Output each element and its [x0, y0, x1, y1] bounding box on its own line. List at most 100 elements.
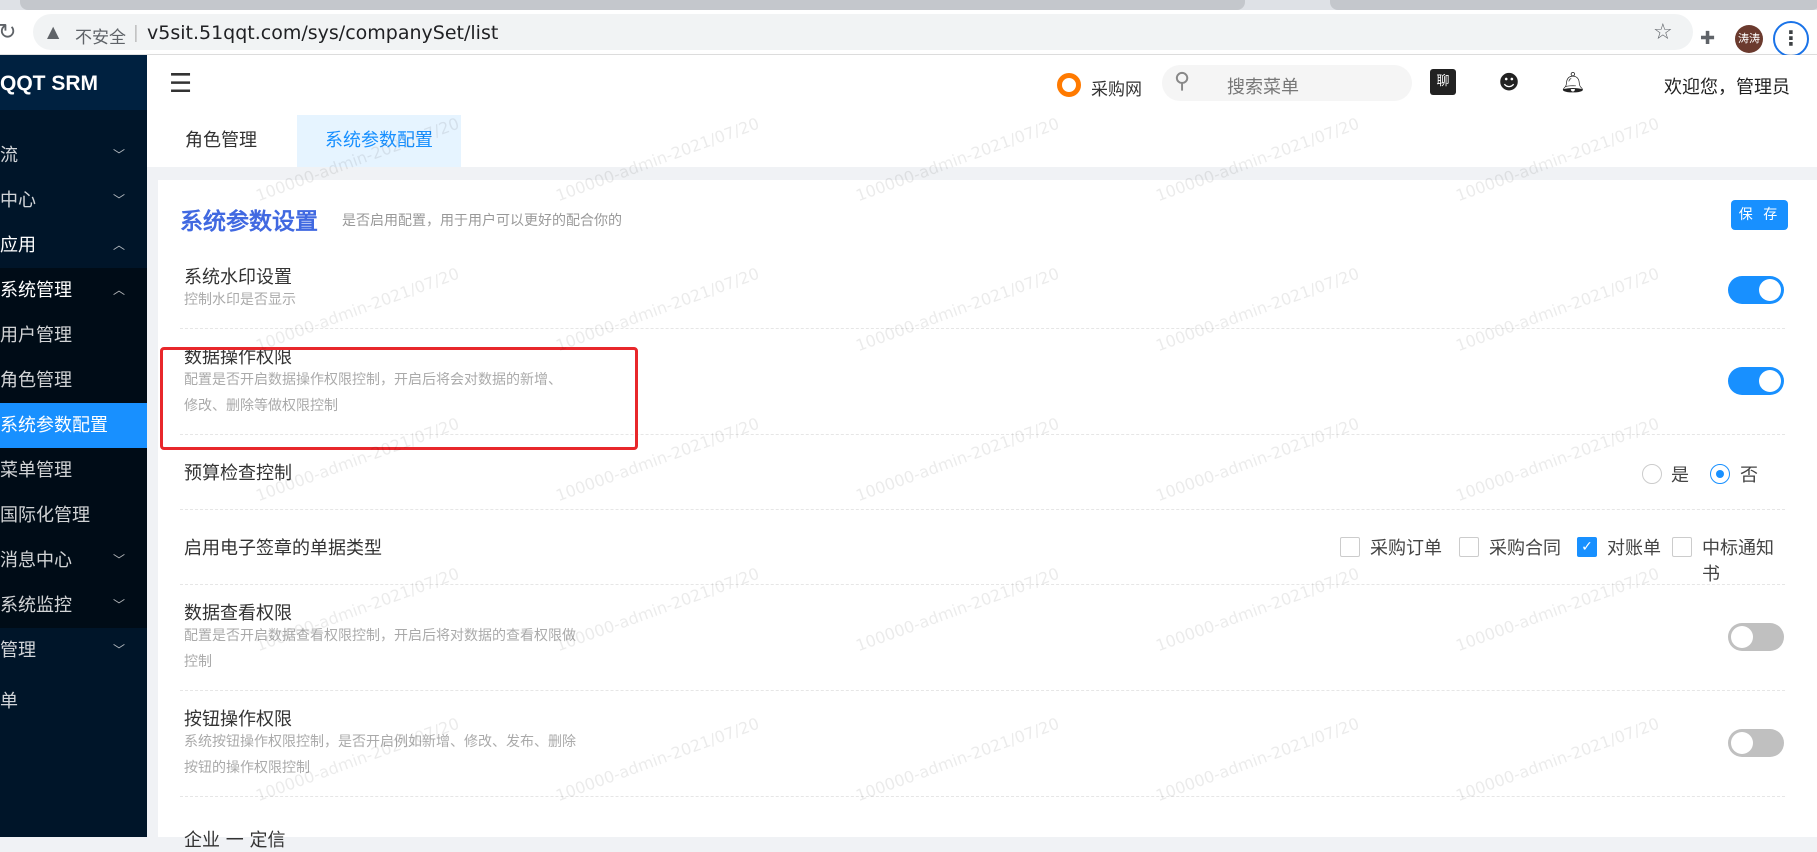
sidebar-item-label: 角色管理: [0, 370, 72, 391]
bell-icon[interactable]: 🔔︎: [1560, 69, 1586, 95]
support-icon[interactable]: ☻: [1496, 69, 1522, 95]
setting-esign-types: 启用电子签章的单据类型 采购订单 采购合同 ✓ 对账单 中标通知书: [180, 510, 1785, 585]
sidebar-item-menu-management[interactable]: 菜单管理: [0, 448, 147, 493]
settings-card: 系统参数设置 是否启用配置，用于用户可以更好的配合你的 保 存 系统水印设置 控…: [158, 180, 1817, 851]
esign-option-label[interactable]: 中标通知书: [1702, 534, 1785, 586]
sidebar-item-i18n[interactable]: 国际化管理: [0, 493, 147, 538]
budget-no-radio[interactable]: [1710, 464, 1730, 484]
setting-button-operation: 按钮操作权限 系统按钮操作权限控制，是否开启例如新增、修改、发布、删除按钮的操作…: [180, 691, 1785, 797]
esign-option-label[interactable]: 采购订单: [1370, 534, 1442, 560]
chevron-down-icon: ﹀: [112, 598, 125, 612]
sidebar: QQT SRM 流 ﹀ 中心 ﹀ 应用 ︿ 系统管理 ︿ 用户管理 角色管理 系统参数配…: [0, 55, 147, 837]
watermark-toggle[interactable]: [1728, 276, 1784, 304]
budget-yes-radio[interactable]: [1642, 464, 1662, 484]
esign-purchase-contract-checkbox[interactable]: [1459, 537, 1479, 557]
bookmark-star-icon[interactable]: ☆: [1653, 20, 1673, 45]
card-subtitle: 是否启用配置，用于用户可以更好的配合你的: [342, 213, 622, 229]
search-icon: ⚲: [1174, 69, 1191, 94]
card-title: 系统参数设置: [180, 209, 318, 235]
menu-fold-icon[interactable]: ☰: [169, 69, 192, 99]
sidebar-item-label: 系统参数配置: [0, 415, 108, 436]
sidebar-item-system-management[interactable]: 系统管理 ︿: [0, 268, 147, 313]
sidebar-item-user-management[interactable]: 用户管理: [0, 313, 147, 358]
tab-system-params[interactable]: 系统参数配置: [297, 115, 461, 167]
welcome-text[interactable]: 欢迎您，管理员: [1664, 73, 1790, 99]
chevron-down-icon: ﹀: [112, 193, 125, 207]
chevron-down-icon: ﹀: [112, 643, 125, 657]
setting-title: 系统水印设置: [184, 267, 292, 288]
toggle-knob: [1759, 279, 1781, 301]
toggle-knob: [1731, 732, 1753, 754]
profile-avatar[interactable]: 涛涛: [1735, 25, 1763, 53]
browser-tab-strip: [0, 0, 1817, 10]
chat-icon[interactable]: 聊: [1430, 69, 1456, 95]
setting-title: 数据查看权限: [184, 603, 292, 624]
sidebar-item-system-params[interactable]: 系统参数配置: [0, 403, 147, 448]
brand-link[interactable]: 采购网: [1091, 75, 1142, 100]
setting-title-partial: 企业 一 定信: [184, 830, 286, 851]
sidebar-item[interactable]: 流 ﹀: [0, 133, 147, 178]
sidebar-item-label: 中心: [0, 190, 36, 211]
reload-icon[interactable]: ↻: [0, 20, 16, 45]
brand-logo-icon[interactable]: [1057, 73, 1081, 97]
browser-toolbar: ↻ ▲ 不安全 | v5sit.51qqt.com/sys/companySet…: [0, 10, 1817, 57]
chevron-up-icon: ︿: [112, 283, 125, 297]
sidebar-item-label: 流: [0, 145, 18, 166]
sidebar-item-label: 消息中心: [0, 550, 72, 571]
browser-tab[interactable]: [20, 0, 1245, 10]
sidebar-item-label: 系统监控: [0, 595, 72, 616]
address-bar[interactable]: ▲ 不安全 | v5sit.51qqt.com/sys/companySet/l…: [33, 14, 1693, 50]
esign-award-notice-checkbox[interactable]: [1672, 537, 1692, 557]
setting-title: 预算检查控制: [184, 463, 292, 484]
budget-yes-label[interactable]: 是: [1671, 461, 1689, 487]
sidebar-item-label: 应用: [0, 235, 36, 256]
warning-icon[interactable]: ▲: [47, 22, 59, 41]
sidebar-item-label: 菜单管理: [0, 460, 72, 481]
toggle-knob: [1731, 626, 1753, 648]
sidebar-item-label: 系统管理: [0, 280, 72, 301]
sidebar-submenu: 系统管理 ︿ 用户管理 角色管理 系统参数配置 菜单管理 国际化管理 消息中心 ﹀ …: [0, 268, 147, 628]
sidebar-item-apps[interactable]: 应用 ︿: [0, 223, 147, 268]
sidebar-item-label: 用户管理: [0, 325, 72, 346]
sidebar-item-label: 国际化管理: [0, 505, 90, 526]
sidebar-item-label: 单: [0, 691, 18, 712]
browser-tab[interactable]: [1330, 0, 1817, 10]
sidebar-item-label: 管理: [0, 640, 36, 661]
setting-title: 按钮操作权限: [184, 709, 292, 730]
search-input[interactable]: ⚲ 搜索菜单: [1162, 65, 1412, 101]
url-text[interactable]: v5sit.51qqt.com/sys/companySet/list: [147, 22, 498, 44]
chevron-up-icon: ︿: [112, 238, 125, 252]
page-tabs: 角色管理 系统参数配置: [147, 111, 1817, 167]
setting-data-view: 数据查看权限 配置是否开启数据查看权限控制，开启后将对数据的查看权限做控制: [180, 585, 1785, 691]
data-view-toggle[interactable]: [1728, 623, 1784, 651]
esign-statement-checkbox[interactable]: ✓: [1577, 537, 1597, 557]
search-placeholder: 搜索菜单: [1227, 77, 1299, 98]
sidebar-item-role-management[interactable]: 角色管理: [0, 358, 147, 403]
tab-role-management[interactable]: 角色管理: [157, 115, 285, 167]
top-header: ☰ 采购网 ⚲ 搜索菜单 聊 ☻ 🔔︎ 欢迎您，管理员: [147, 55, 1817, 111]
sidebar-item[interactable]: 中心 ﹀: [0, 178, 147, 223]
button-operation-toggle[interactable]: [1728, 729, 1784, 757]
setting-desc: 控制水印是否显示: [184, 292, 296, 308]
chevron-down-icon: ﹀: [112, 148, 125, 162]
budget-no-label[interactable]: 否: [1740, 461, 1758, 487]
sidebar-item[interactable]: 管理 ﹀: [0, 628, 147, 673]
toggle-knob: [1759, 370, 1781, 392]
esign-purchase-order-checkbox[interactable]: [1340, 537, 1360, 557]
insecure-label[interactable]: 不安全: [75, 23, 126, 48]
sidebar-item[interactable]: 单: [0, 679, 147, 724]
divider: |: [133, 23, 139, 43]
data-operation-toggle[interactable]: [1728, 367, 1784, 395]
browser-menu-icon[interactable]: ⋮: [1773, 21, 1809, 57]
save-button[interactable]: 保 存: [1731, 200, 1788, 230]
setting-desc: 配置是否开启数据查看权限控制，开启后将对数据的查看权限做控制: [184, 628, 576, 670]
setting-watermark: 系统水印设置 控制水印是否显示: [180, 260, 1785, 329]
extensions-icon[interactable]: ✚: [1700, 28, 1715, 49]
sidebar-item-system-monitor[interactable]: 系统监控 ﹀: [0, 583, 147, 628]
esign-option-label[interactable]: 对账单: [1607, 534, 1661, 560]
app-logo[interactable]: QQT SRM: [0, 72, 98, 96]
setting-title: 启用电子签章的单据类型: [184, 538, 382, 559]
chevron-down-icon: ﹀: [112, 553, 125, 567]
sidebar-item-message-center[interactable]: 消息中心 ﹀: [0, 538, 147, 583]
esign-option-label[interactable]: 采购合同: [1489, 534, 1561, 560]
